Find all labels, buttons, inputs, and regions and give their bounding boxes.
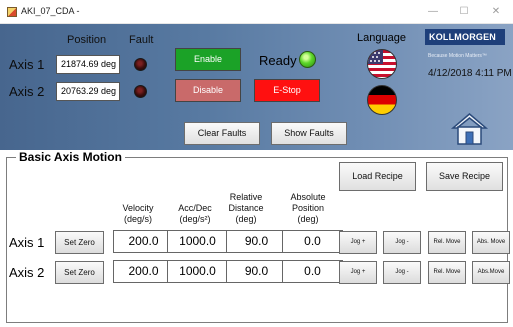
velocity-header-line2: (deg/s) (123, 214, 152, 224)
axis-1-jog-minus-button[interactable]: Jog - (383, 231, 421, 254)
axis-1-relative-distance-input[interactable]: 90.0 (226, 230, 287, 253)
relative-header-line3: (deg) (235, 214, 257, 224)
axis-2-absolute-position-input[interactable]: 0.0 (282, 260, 343, 283)
relative-header-line2: Distance (228, 203, 264, 213)
axis-1-absolute-position-input[interactable]: 0.0 (282, 230, 343, 253)
axis-2-jog-plus-button[interactable]: Jog + (339, 261, 377, 284)
axis-2-velocity-input[interactable]: 200.0 (113, 260, 174, 283)
absolute-header-line1: Absolute (290, 192, 326, 202)
axis-2-relative-distance-input[interactable]: 90.0 (226, 260, 287, 283)
ready-label: Ready (259, 53, 297, 68)
us-flag-icon[interactable] (367, 49, 397, 79)
close-button[interactable]: ✕ (481, 4, 511, 20)
accdec-header: Acc/Dec (deg/s²) (168, 203, 222, 225)
maximize-button[interactable]: ☐ (449, 4, 479, 20)
axis-1-label: Axis 1 (9, 57, 45, 72)
app-icon (7, 7, 17, 17)
accdec-header-line2: (deg/s²) (179, 214, 211, 224)
motion-axis-2-label: Axis 2 (9, 265, 45, 280)
language-title: Language (357, 32, 406, 44)
load-recipe-button[interactable]: Load Recipe (339, 162, 416, 191)
axis-2-rel-move-button[interactable]: Rel. Move (428, 261, 466, 284)
axis-1-velocity-input[interactable]: 200.0 (113, 230, 174, 253)
axis-2-fault-indicator-icon (134, 85, 147, 98)
axis-1-abs-move-button[interactable]: Abs. Move (472, 231, 510, 254)
germany-flag-icon[interactable] (367, 85, 397, 115)
motion-axis-1-label: Axis 1 (9, 235, 45, 250)
absolute-position-header: Absolute Position (deg) (282, 192, 334, 225)
ready-indicator-icon (299, 51, 316, 68)
axis-2-set-zero-button[interactable]: Set Zero (55, 261, 104, 284)
home-icon[interactable] (450, 112, 489, 148)
velocity-header-line1: Velocity (122, 203, 154, 213)
basic-axis-motion-title: Basic Axis Motion (16, 150, 125, 164)
absolute-header-line3: (deg) (297, 214, 319, 224)
absolute-header-line2: Position (291, 203, 325, 213)
axis-2-label: Axis 2 (9, 84, 45, 99)
axis-2-jog-minus-button[interactable]: Jog - (383, 261, 421, 284)
disable-button[interactable]: Disable (175, 79, 241, 102)
relative-header-line1: Relative (229, 192, 263, 202)
estop-button[interactable]: E-Stop (254, 79, 320, 102)
axis-2-accdec-input[interactable]: 1000.0 (167, 260, 228, 283)
axis-1-accdec-input[interactable]: 1000.0 (167, 230, 228, 253)
enable-button[interactable]: Enable (175, 48, 241, 71)
axis-1-position-display: 21874.69 deg (56, 55, 120, 74)
axis-2-position-display: 20763.29 deg (56, 82, 120, 101)
window-title: AKI_07_CDA - (21, 6, 80, 16)
clear-faults-button[interactable]: Clear Faults (184, 122, 260, 145)
axis-1-fault-indicator-icon (134, 58, 147, 71)
position-header: Position (67, 34, 107, 46)
fault-header: Fault (129, 34, 154, 46)
accdec-header-line1: Acc/Dec (178, 203, 212, 213)
kollmorgen-logo: KOLLMORGEN (425, 29, 505, 45)
logo-tagline: Because Motion Matters™ (428, 53, 487, 59)
save-recipe-button[interactable]: Save Recipe (426, 162, 503, 191)
axis-1-rel-move-button[interactable]: Rel. Move (428, 231, 466, 254)
velocity-header: Velocity (deg/s) (113, 203, 163, 225)
relative-distance-header: Relative Distance (deg) (222, 192, 270, 225)
date-time: 4/12/2018 4:11 PM (428, 68, 512, 79)
axis-2-abs-move-button[interactable]: Abs.Move (472, 261, 510, 284)
show-faults-button[interactable]: Show Faults (271, 122, 347, 145)
axis-1-set-zero-button[interactable]: Set Zero (55, 231, 104, 254)
axis-1-jog-plus-button[interactable]: Jog + (339, 231, 377, 254)
minimize-button[interactable]: — (418, 4, 448, 20)
